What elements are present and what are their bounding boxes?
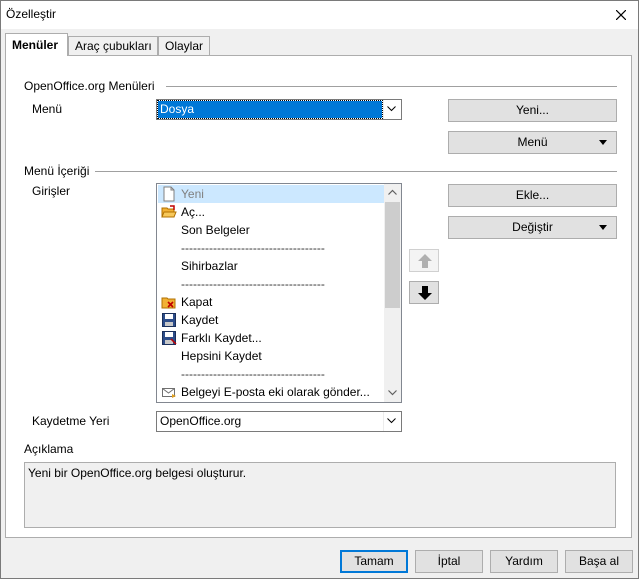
save-location-dropdown[interactable] xyxy=(383,412,401,431)
caret-down-icon xyxy=(599,225,607,230)
list-item[interactable]: Kaydet xyxy=(158,311,384,329)
menus-section-title: OpenOffice.org Menüleri xyxy=(24,79,155,93)
close-button[interactable] xyxy=(604,1,638,29)
list-item[interactable]: Sihirbazlar xyxy=(158,257,384,275)
save-location-select[interactable]: OpenOffice.org xyxy=(156,411,402,432)
content-section-title: Menü İçeriği xyxy=(24,164,90,178)
cancel-button[interactable]: İptal xyxy=(415,550,483,573)
save-location-label: Kaydetme Yeri xyxy=(32,414,110,428)
list-item[interactable]: Farklı Kaydet... xyxy=(158,329,384,347)
tab-menus[interactable]: Menüler xyxy=(5,33,68,56)
tab-events[interactable]: Olaylar xyxy=(158,36,210,55)
open-folder-icon xyxy=(161,205,177,218)
tab-toolbars[interactable]: Araç çubukları xyxy=(68,36,158,55)
menu-select-value: Dosya xyxy=(157,100,383,119)
new-document-icon xyxy=(163,186,175,202)
arrow-up-icon xyxy=(418,254,432,268)
chevron-down-icon xyxy=(388,390,397,396)
customize-dialog: Özelleştir Menüler Araç çubukları Olayla… xyxy=(0,0,639,579)
chevron-down-icon xyxy=(387,106,396,112)
arrow-down-icon xyxy=(418,286,432,300)
entries-list[interactable]: Yeni Aç... Son Belgeler ----------------… xyxy=(156,183,402,403)
new-menu-button[interactable]: Yeni... xyxy=(448,99,617,122)
menu-select-dropdown[interactable] xyxy=(383,100,401,119)
save-as-icon xyxy=(162,331,177,345)
email-icon xyxy=(162,388,176,398)
list-item[interactable]: Belgeyi E-posta eki olarak gönder... xyxy=(158,383,384,401)
scroll-thumb[interactable] xyxy=(385,202,400,308)
list-item[interactable]: Kapat xyxy=(158,293,384,311)
entries-label: Girişler xyxy=(32,184,70,198)
chevron-up-icon xyxy=(388,189,397,195)
list-item[interactable]: ------------------------------------ xyxy=(158,239,384,257)
ok-button[interactable]: Tamam xyxy=(340,550,408,573)
caret-down-icon xyxy=(599,140,607,145)
scroll-up-button[interactable] xyxy=(384,184,401,201)
chevron-down-icon xyxy=(387,418,396,424)
reset-button[interactable]: Başa al xyxy=(565,550,633,573)
menu-label: Menü xyxy=(32,102,63,116)
entries-scrollbar[interactable] xyxy=(384,184,401,402)
move-up-button[interactable] xyxy=(409,249,439,272)
list-item[interactable]: Yeni xyxy=(158,185,384,203)
title-bar: Özelleştir xyxy=(1,1,638,29)
save-location-value: OpenOffice.org xyxy=(160,414,242,428)
save-icon xyxy=(162,313,176,327)
description-text: Yeni bir OpenOffice.org belgesi oluşturu… xyxy=(24,462,616,528)
list-item[interactable]: Son Belgeler xyxy=(158,221,384,239)
content-section-divider xyxy=(95,171,617,172)
menus-section-divider xyxy=(166,86,617,87)
add-button[interactable]: Ekle... xyxy=(448,184,617,207)
close-icon xyxy=(616,10,626,20)
move-down-button[interactable] xyxy=(409,281,439,304)
help-button[interactable]: Yardım xyxy=(490,550,558,573)
modify-button[interactable]: Değiştir xyxy=(448,216,617,239)
description-label: Açıklama xyxy=(24,442,74,456)
close-folder-icon xyxy=(161,297,176,309)
scroll-down-button[interactable] xyxy=(384,385,401,402)
menu-select[interactable]: Dosya xyxy=(156,99,402,120)
list-item[interactable]: Aç... xyxy=(158,203,384,221)
list-item[interactable]: ------------------------------------ xyxy=(158,275,384,293)
list-item[interactable]: ------------------------------------ xyxy=(158,365,384,383)
list-item[interactable]: Hepsini Kaydet xyxy=(158,347,384,365)
menu-options-button[interactable]: Menü xyxy=(448,131,617,154)
window-title: Özelleştir xyxy=(6,7,57,21)
